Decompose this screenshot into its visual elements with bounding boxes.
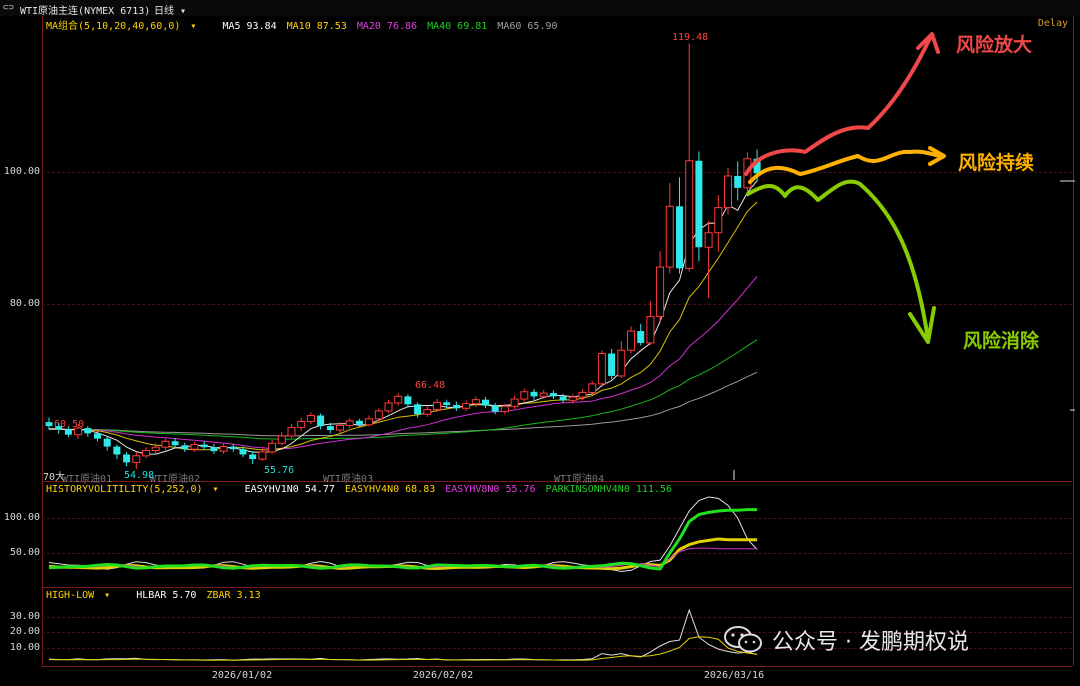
candle-body — [404, 396, 412, 405]
candle-body — [161, 440, 170, 448]
candle-body — [656, 266, 665, 318]
candle-body — [559, 396, 567, 401]
candle-body — [200, 444, 208, 448]
candle-body — [462, 403, 471, 409]
candle-body — [394, 395, 403, 404]
hv4-line — [48, 537, 758, 571]
candle-body — [433, 401, 441, 411]
candle-body — [578, 391, 587, 398]
candle-body — [665, 205, 674, 268]
candle-body — [190, 444, 199, 450]
scenario-eliminate-arrow — [746, 179, 930, 342]
candle-body — [617, 349, 626, 377]
candle-body — [336, 424, 344, 431]
wechat-icon — [724, 626, 762, 653]
candle-body — [520, 391, 529, 400]
hlbar-line — [48, 608, 758, 661]
candle-body — [384, 402, 393, 412]
candle-body — [530, 391, 538, 397]
candle-body — [317, 415, 325, 427]
price-chart — [45, 32, 1075, 661]
candle-body — [84, 428, 92, 434]
ma40-line — [49, 339, 758, 440]
candle-body — [45, 422, 53, 427]
watermark-text: 公众号 · 发鹏期权说 — [772, 630, 969, 655]
candle-body — [249, 454, 257, 460]
candle-body — [210, 447, 218, 452]
candle-body — [588, 383, 597, 393]
candle-body — [637, 331, 645, 343]
candle-body — [287, 426, 296, 437]
candle-body — [113, 446, 121, 455]
candle-body — [374, 410, 383, 420]
candle-body — [74, 427, 83, 436]
candle-body — [491, 405, 499, 412]
candle-body — [55, 426, 63, 430]
candle-body — [646, 316, 655, 344]
candle-body — [94, 433, 101, 439]
candle-body — [345, 420, 354, 426]
candle-body — [64, 429, 72, 435]
candle-body — [568, 396, 577, 401]
candle-body — [306, 415, 315, 422]
candle-body — [277, 435, 286, 444]
candle-body — [219, 446, 228, 452]
candle-body — [676, 206, 683, 269]
candle-body — [326, 426, 334, 431]
candle-body — [414, 404, 422, 415]
candle-body — [482, 399, 489, 406]
parkinson-line — [48, 508, 758, 571]
candle-body — [734, 175, 742, 188]
candle-body — [597, 353, 606, 385]
candle-body — [549, 393, 557, 397]
candle-body — [443, 402, 451, 405]
candle-body — [171, 441, 179, 446]
zbar-line — [48, 636, 758, 661]
candle-body — [500, 405, 509, 413]
candle-body — [423, 409, 432, 415]
candle-body — [724, 175, 732, 209]
candle-body — [704, 232, 713, 248]
candle-body — [365, 418, 374, 426]
candle-body — [510, 398, 519, 407]
hv1-line — [48, 496, 758, 573]
candle-body — [229, 446, 237, 450]
candle-body — [471, 399, 480, 405]
candle-body — [539, 392, 548, 397]
candle-body — [695, 160, 703, 248]
candle-body — [608, 353, 616, 376]
candle-body — [685, 160, 694, 269]
candle-body — [151, 446, 160, 452]
candle-body — [132, 455, 141, 463]
candle-body — [103, 438, 111, 447]
candle-body — [355, 420, 363, 425]
candle-body — [142, 450, 150, 457]
candle-body — [181, 445, 189, 450]
candle-body — [714, 207, 723, 234]
candle-body — [268, 442, 277, 453]
candle-body — [627, 330, 635, 351]
candle-body — [297, 420, 306, 428]
candle-body — [258, 451, 267, 460]
candle-body — [123, 454, 131, 463]
candle-body — [239, 449, 247, 455]
candle-body — [452, 404, 460, 409]
scenario-persist-arrow — [748, 149, 944, 184]
